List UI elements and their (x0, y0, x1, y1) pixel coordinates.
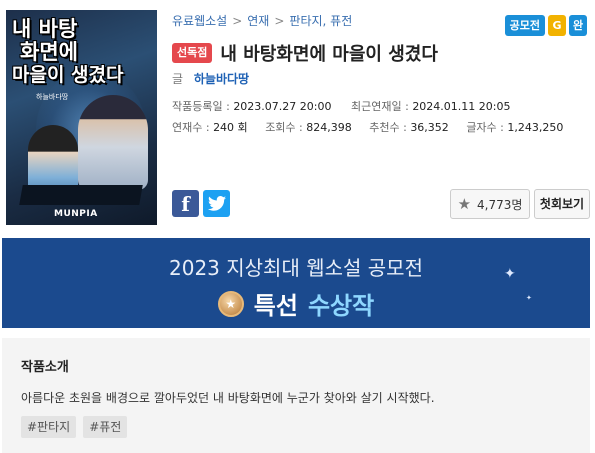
registered-date: 2023.07.27 20:00 (233, 100, 332, 113)
cover-author: 하늘바다땅 (36, 93, 69, 101)
stats-row: 연재수 : 240 회 조회수 : 824,398 추천수 : 36,352 글… (172, 119, 577, 135)
tag-item[interactable]: #퓨전 (83, 416, 128, 438)
synopsis-section: 작품소개 아름다운 초원을 배경으로 깔아두었던 내 바탕화면에 누군가 찾아와… (2, 338, 590, 453)
share-buttons: f (172, 190, 230, 217)
banner-prize-winner: 수상작 (307, 292, 375, 320)
synopsis-text: 아름다운 초원을 배경으로 깔아두었던 내 바탕화면에 누군가 찾아와 살기 시… (21, 391, 435, 405)
grade-badge: G (548, 15, 566, 36)
date-info: 작품등록일 : 2023.07.27 20:00 최근연재일 : 2024.01… (172, 98, 527, 114)
breadcrumb-item[interactable]: 연재 (247, 14, 269, 28)
author-row: 글 하늘바다땅 (172, 70, 249, 87)
title-row: 선독점 내 바탕화면에 마을이 생겼다 (172, 40, 438, 66)
twitter-share-button[interactable] (203, 190, 230, 217)
latest-date: 2024.01.11 20:05 (412, 100, 511, 113)
cover-figure-man (78, 95, 148, 190)
first-episode-button[interactable]: 첫회보기 (534, 189, 590, 219)
breadcrumb-separator: > (274, 14, 285, 28)
recs-label: 추천수 : (369, 121, 407, 134)
banner-prize: ★ 특선 수상작 (2, 286, 590, 321)
views-value: 824,398 (306, 121, 352, 134)
episodes-label: 연재수 : (172, 121, 210, 134)
chars-value: 1,243,250 (507, 121, 564, 134)
complete-badge: 완 (569, 15, 587, 36)
publisher-logo: MUNPIA (54, 209, 98, 219)
status-badges: 공모전 G 완 (504, 15, 587, 36)
episodes-value: 240 회 (213, 121, 248, 134)
breadcrumb: 유료웹소설 > 연재 > 판타지, 퓨전 (172, 12, 352, 29)
chars-label: 글자수 : (466, 121, 504, 134)
tag-item[interactable]: #판타지 (21, 416, 77, 438)
author-label: 글 (172, 72, 184, 86)
banner-title: 2023 지상최대 웹소설 공모전 (169, 256, 423, 280)
registered-label: 작품등록일 : (172, 100, 230, 113)
latest-label: 최근연재일 : (351, 100, 409, 113)
breadcrumb-item[interactable]: 유료웹소설 (172, 14, 227, 28)
facebook-icon: f (181, 191, 190, 216)
cover-title-line: 마을이 생겼다 (12, 64, 124, 86)
cover-title-line: 화면에 (20, 40, 78, 64)
views-label: 조회수 : (265, 121, 303, 134)
cover-laptop (19, 185, 143, 205)
facebook-share-button[interactable]: f (172, 190, 199, 217)
book-cover-image: 내 바탕 화면에 마을이 생겼다 하늘바다땅 MUNPIA (6, 10, 157, 225)
author-link[interactable]: 하늘바다땅 (194, 72, 249, 86)
recs-value: 36,352 (410, 121, 449, 134)
star-icon: ★ (457, 195, 472, 213)
contest-banner[interactable]: ✦ ✦ 2023 지상최대 웹소설 공모전 ★ 특선 수상작 (2, 238, 590, 328)
medal-icon: ★ (217, 290, 244, 317)
cover-title: 내 바탕 화면에 마을이 생겼다 (12, 18, 152, 87)
cover-title-line: 내 바탕 (12, 17, 78, 41)
contest-badge: 공모전 (504, 15, 545, 36)
tag-list: #판타지 #퓨전 (21, 416, 128, 438)
page-title: 내 바탕화면에 마을이 생겼다 (220, 44, 438, 65)
exclusive-badge: 선독점 (172, 43, 213, 63)
breadcrumb-item[interactable]: 판타지, 퓨전 (289, 14, 352, 28)
breadcrumb-separator: > (232, 14, 243, 28)
synopsis-heading: 작품소개 (21, 360, 69, 375)
twitter-icon (207, 196, 226, 211)
recommend-button[interactable]: ★ 4,773명 (450, 189, 530, 219)
recommend-count: 4,773명 (477, 197, 523, 212)
banner-prize-special: 특선 (253, 292, 298, 320)
